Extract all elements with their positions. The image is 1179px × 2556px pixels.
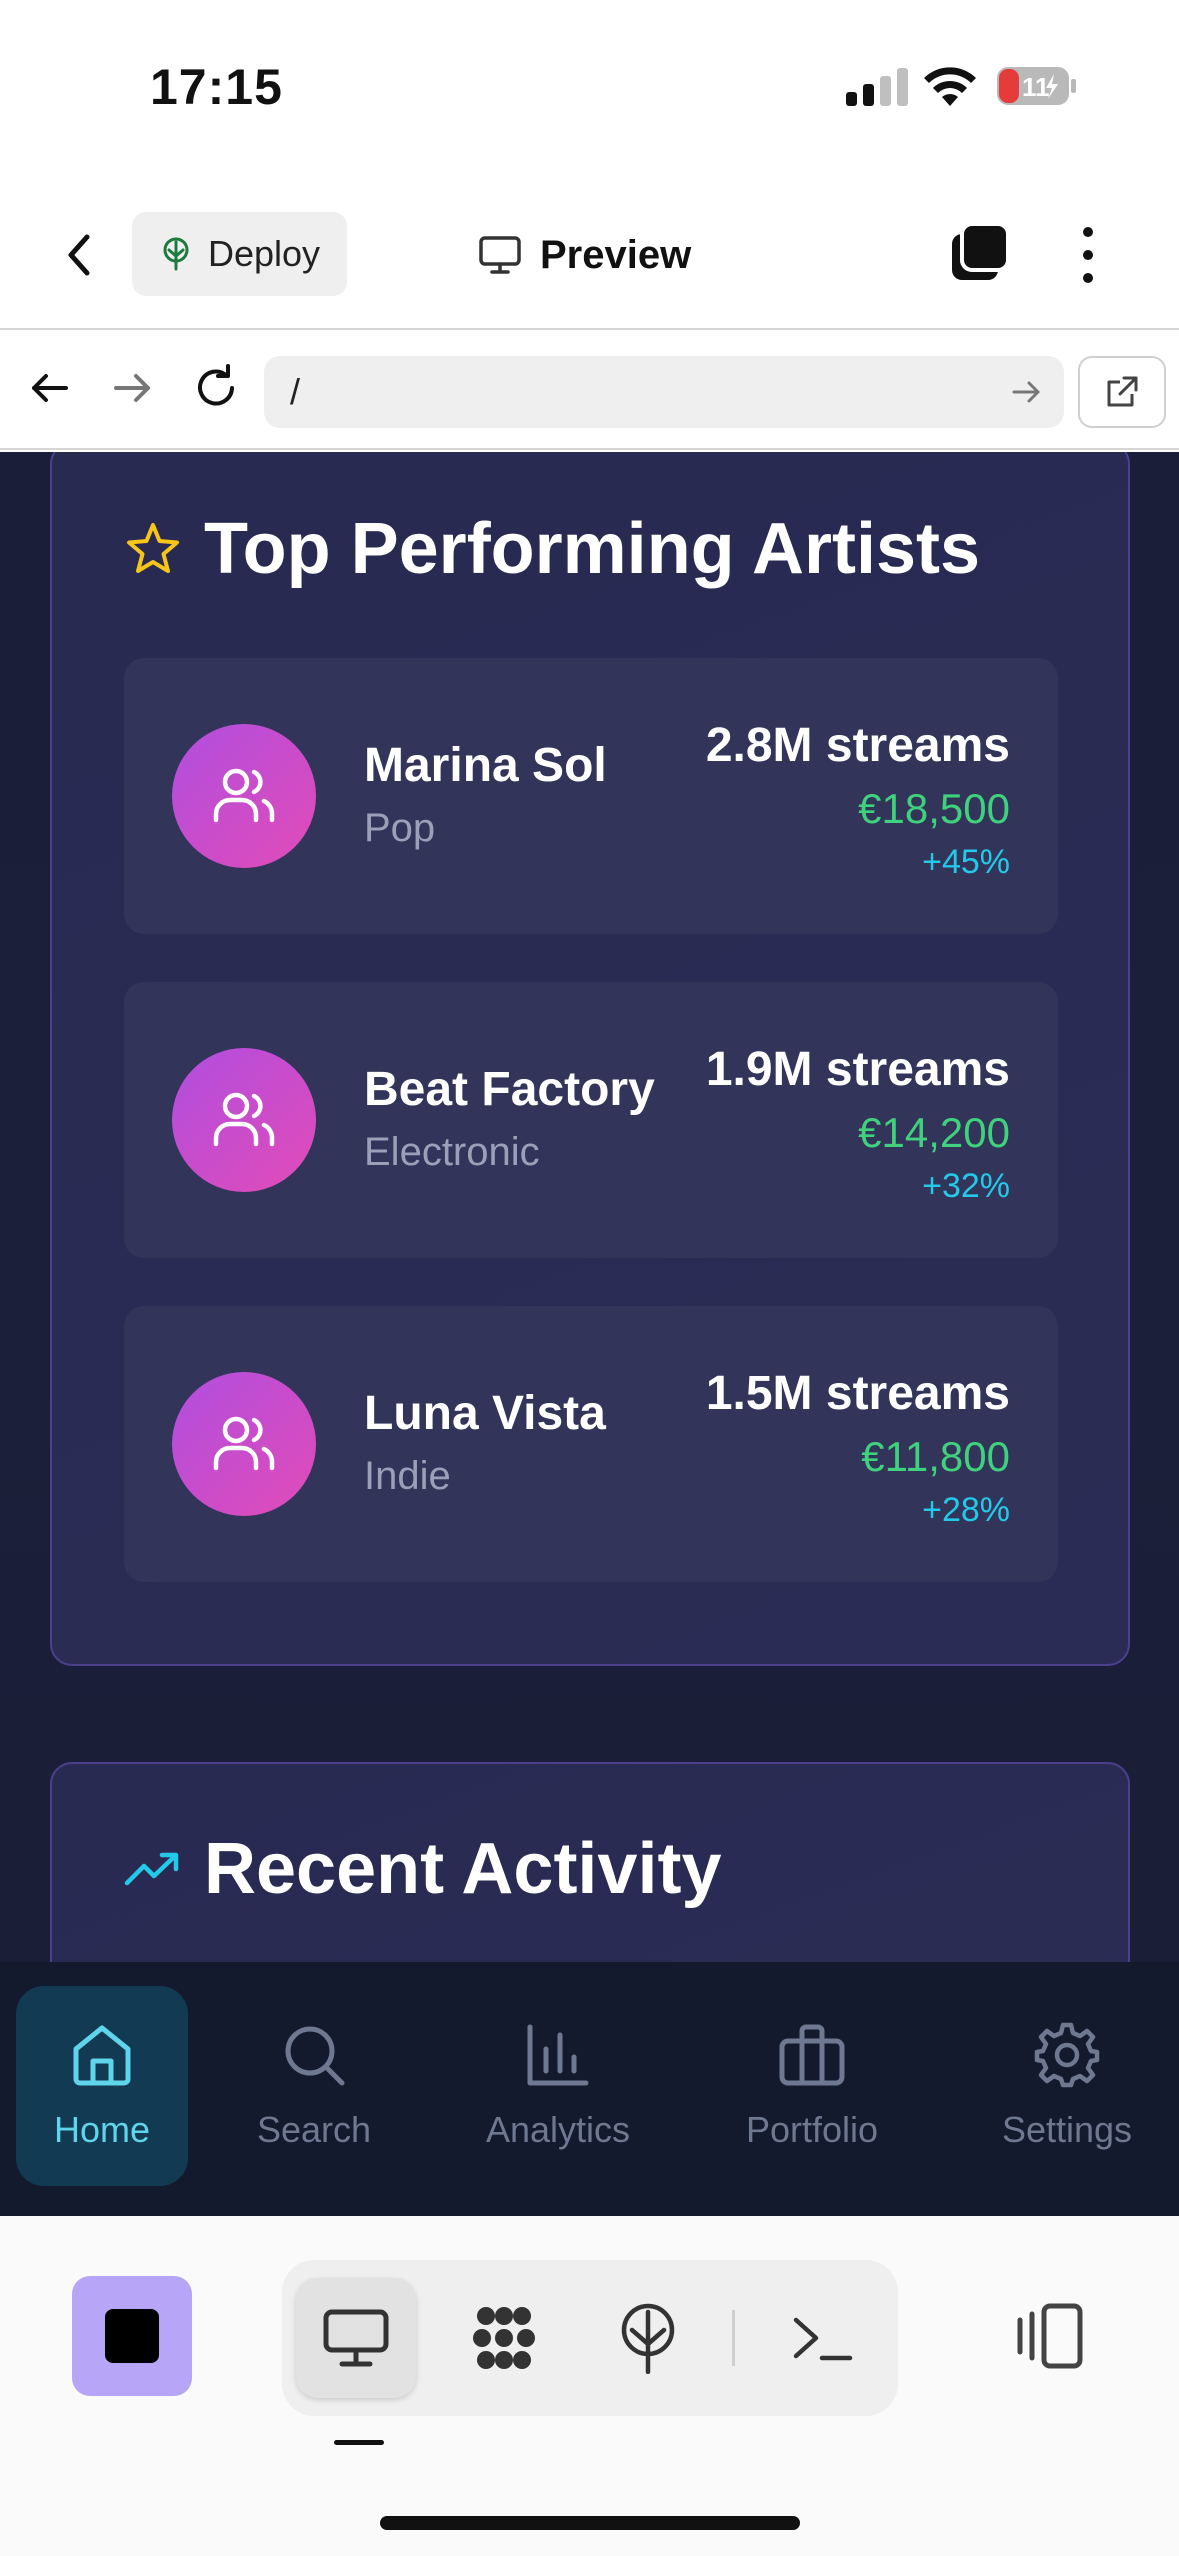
monitor-icon	[323, 2309, 389, 2367]
toolbar-divider	[732, 2310, 735, 2366]
terminal-icon	[793, 2317, 853, 2361]
search-icon	[285, 2026, 345, 2086]
monitor-icon	[479, 236, 521, 274]
url-text: /	[290, 371, 301, 412]
nav-item-home[interactable]: Home	[16, 1986, 188, 2186]
web-content: Top Performing Artists Marina Sol Pop 2.…	[0, 452, 1179, 1962]
recent-activity-heading: Recent Activity	[124, 1828, 722, 1910]
home-indicator	[380, 2516, 800, 2530]
editor-toolbar	[0, 2216, 1179, 2556]
deploy-label: Deploy	[208, 233, 321, 274]
artist-name: Beat Factory	[364, 1063, 655, 1116]
artist-stats: 1.5M streams €11,800 +28%	[706, 1362, 1010, 1532]
nav-label: Portfolio	[745, 2109, 879, 2150]
top-artists-heading: Top Performing Artists	[124, 508, 980, 590]
trending-up-icon	[124, 1852, 179, 1886]
artist-streams: 1.5M streams	[705, 1367, 1010, 1420]
artist-genre: Indie	[364, 1454, 451, 1498]
preview-title[interactable]: Preview	[478, 220, 691, 290]
home-icon	[73, 2025, 131, 2086]
artist-streams: 2.8M streams	[705, 719, 1010, 772]
more-vertical-icon[interactable]	[1070, 220, 1106, 290]
battery-icon: 11	[997, 67, 1076, 105]
open-external-button[interactable]	[1078, 356, 1166, 428]
nav-item-search[interactable]: Search	[234, 1986, 394, 2186]
artist-avatar	[172, 724, 316, 868]
star-icon	[127, 523, 179, 573]
users-icon	[213, 768, 275, 823]
nav-item-settings[interactable]: Settings	[972, 1986, 1162, 2186]
browser-bar: /	[0, 332, 1179, 450]
artist-stats: 2.8M streams €18,500 +45%	[706, 714, 1010, 884]
reload-icon[interactable]	[188, 360, 244, 416]
bottom-navigation: Home Search Analytics Portfolio Settings	[0, 1962, 1179, 2216]
nav-label: Analytics	[485, 2109, 631, 2150]
bar-chart-icon	[527, 2024, 589, 2086]
preview-tool-button[interactable]	[296, 2278, 416, 2398]
code-tool-button[interactable]	[444, 2278, 564, 2398]
artist-streams: 1.9M streams	[705, 1043, 1010, 1096]
top-artists-card: Top Performing Artists Marina Sol Pop 2.…	[50, 452, 1130, 1666]
tool-switcher	[282, 2260, 898, 2416]
artist-growth: +32%	[922, 1167, 1010, 1205]
app-top-bar: Deploy Preview	[0, 170, 1179, 330]
artist-stats: 1.9M streams €14,200 +32%	[706, 1038, 1010, 1208]
artist-name: Marina Sol	[364, 739, 607, 792]
artist-row[interactable]: Beat Factory Electronic 1.9M streams €14…	[124, 982, 1058, 1258]
artist-revenue: €14,200	[858, 1109, 1010, 1156]
external-link-icon	[1107, 376, 1138, 407]
artist-growth: +28%	[922, 1491, 1010, 1529]
browser-forward-icon[interactable]	[104, 360, 160, 416]
artist-row[interactable]: Luna Vista Indie 1.5M streams €11,800 +2…	[124, 1306, 1058, 1582]
browser-back-icon[interactable]	[22, 360, 78, 416]
tabs-icon[interactable]	[948, 220, 1012, 284]
nav-item-portfolio[interactable]: Portfolio	[722, 1986, 902, 2186]
active-tool-indicator	[334, 2440, 384, 2445]
battery-level: 11	[1022, 72, 1050, 102]
artist-genre: Electronic	[364, 1130, 540, 1174]
grid-pattern-icon	[473, 2307, 535, 2369]
nav-item-analytics[interactable]: Analytics	[466, 1986, 650, 2186]
artist-avatar	[172, 1372, 316, 1516]
deploy-tree-icon	[163, 237, 189, 271]
artist-avatar	[172, 1048, 316, 1192]
cellular-signal-icon	[846, 68, 908, 106]
briefcase-icon	[779, 2024, 845, 2086]
recent-activity-card: Recent Activity	[50, 1762, 1130, 1962]
users-icon	[213, 1416, 275, 1471]
deploy-button[interactable]: Deploy	[132, 212, 347, 296]
stop-icon	[105, 2309, 159, 2363]
nav-label: Search	[256, 2109, 372, 2150]
side-panel-icon[interactable]	[1010, 2296, 1090, 2376]
artist-growth: +45%	[922, 843, 1010, 881]
terminal-tool-button[interactable]	[762, 2278, 882, 2398]
nav-label: Home	[53, 2109, 151, 2150]
url-input[interactable]: /	[264, 356, 1064, 428]
artist-genre: Pop	[364, 806, 436, 850]
recent-activity-title: Recent Activity	[204, 1829, 722, 1909]
artist-row[interactable]: Marina Sol Pop 2.8M streams €18,500 +45%	[124, 658, 1058, 934]
back-chevron-icon[interactable]	[55, 225, 105, 285]
users-icon	[213, 1092, 275, 1147]
status-bar: 17:15 11	[0, 0, 1179, 170]
go-arrow-icon[interactable]	[1006, 372, 1046, 412]
preview-label: Preview	[540, 232, 692, 277]
gear-icon	[1034, 2022, 1100, 2088]
artist-revenue: €18,500	[858, 785, 1010, 832]
wifi-icon	[924, 67, 976, 106]
stop-button[interactable]	[72, 2276, 192, 2396]
status-time: 17:15	[150, 59, 283, 115]
nav-label: Settings	[1001, 2109, 1133, 2150]
artist-revenue: €11,800	[861, 1433, 1010, 1480]
deploy-tree-icon	[621, 2303, 675, 2374]
top-artists-title: Top Performing Artists	[204, 509, 981, 589]
artist-name: Luna Vista	[364, 1387, 606, 1440]
deploy-tool-button[interactable]	[588, 2278, 708, 2398]
